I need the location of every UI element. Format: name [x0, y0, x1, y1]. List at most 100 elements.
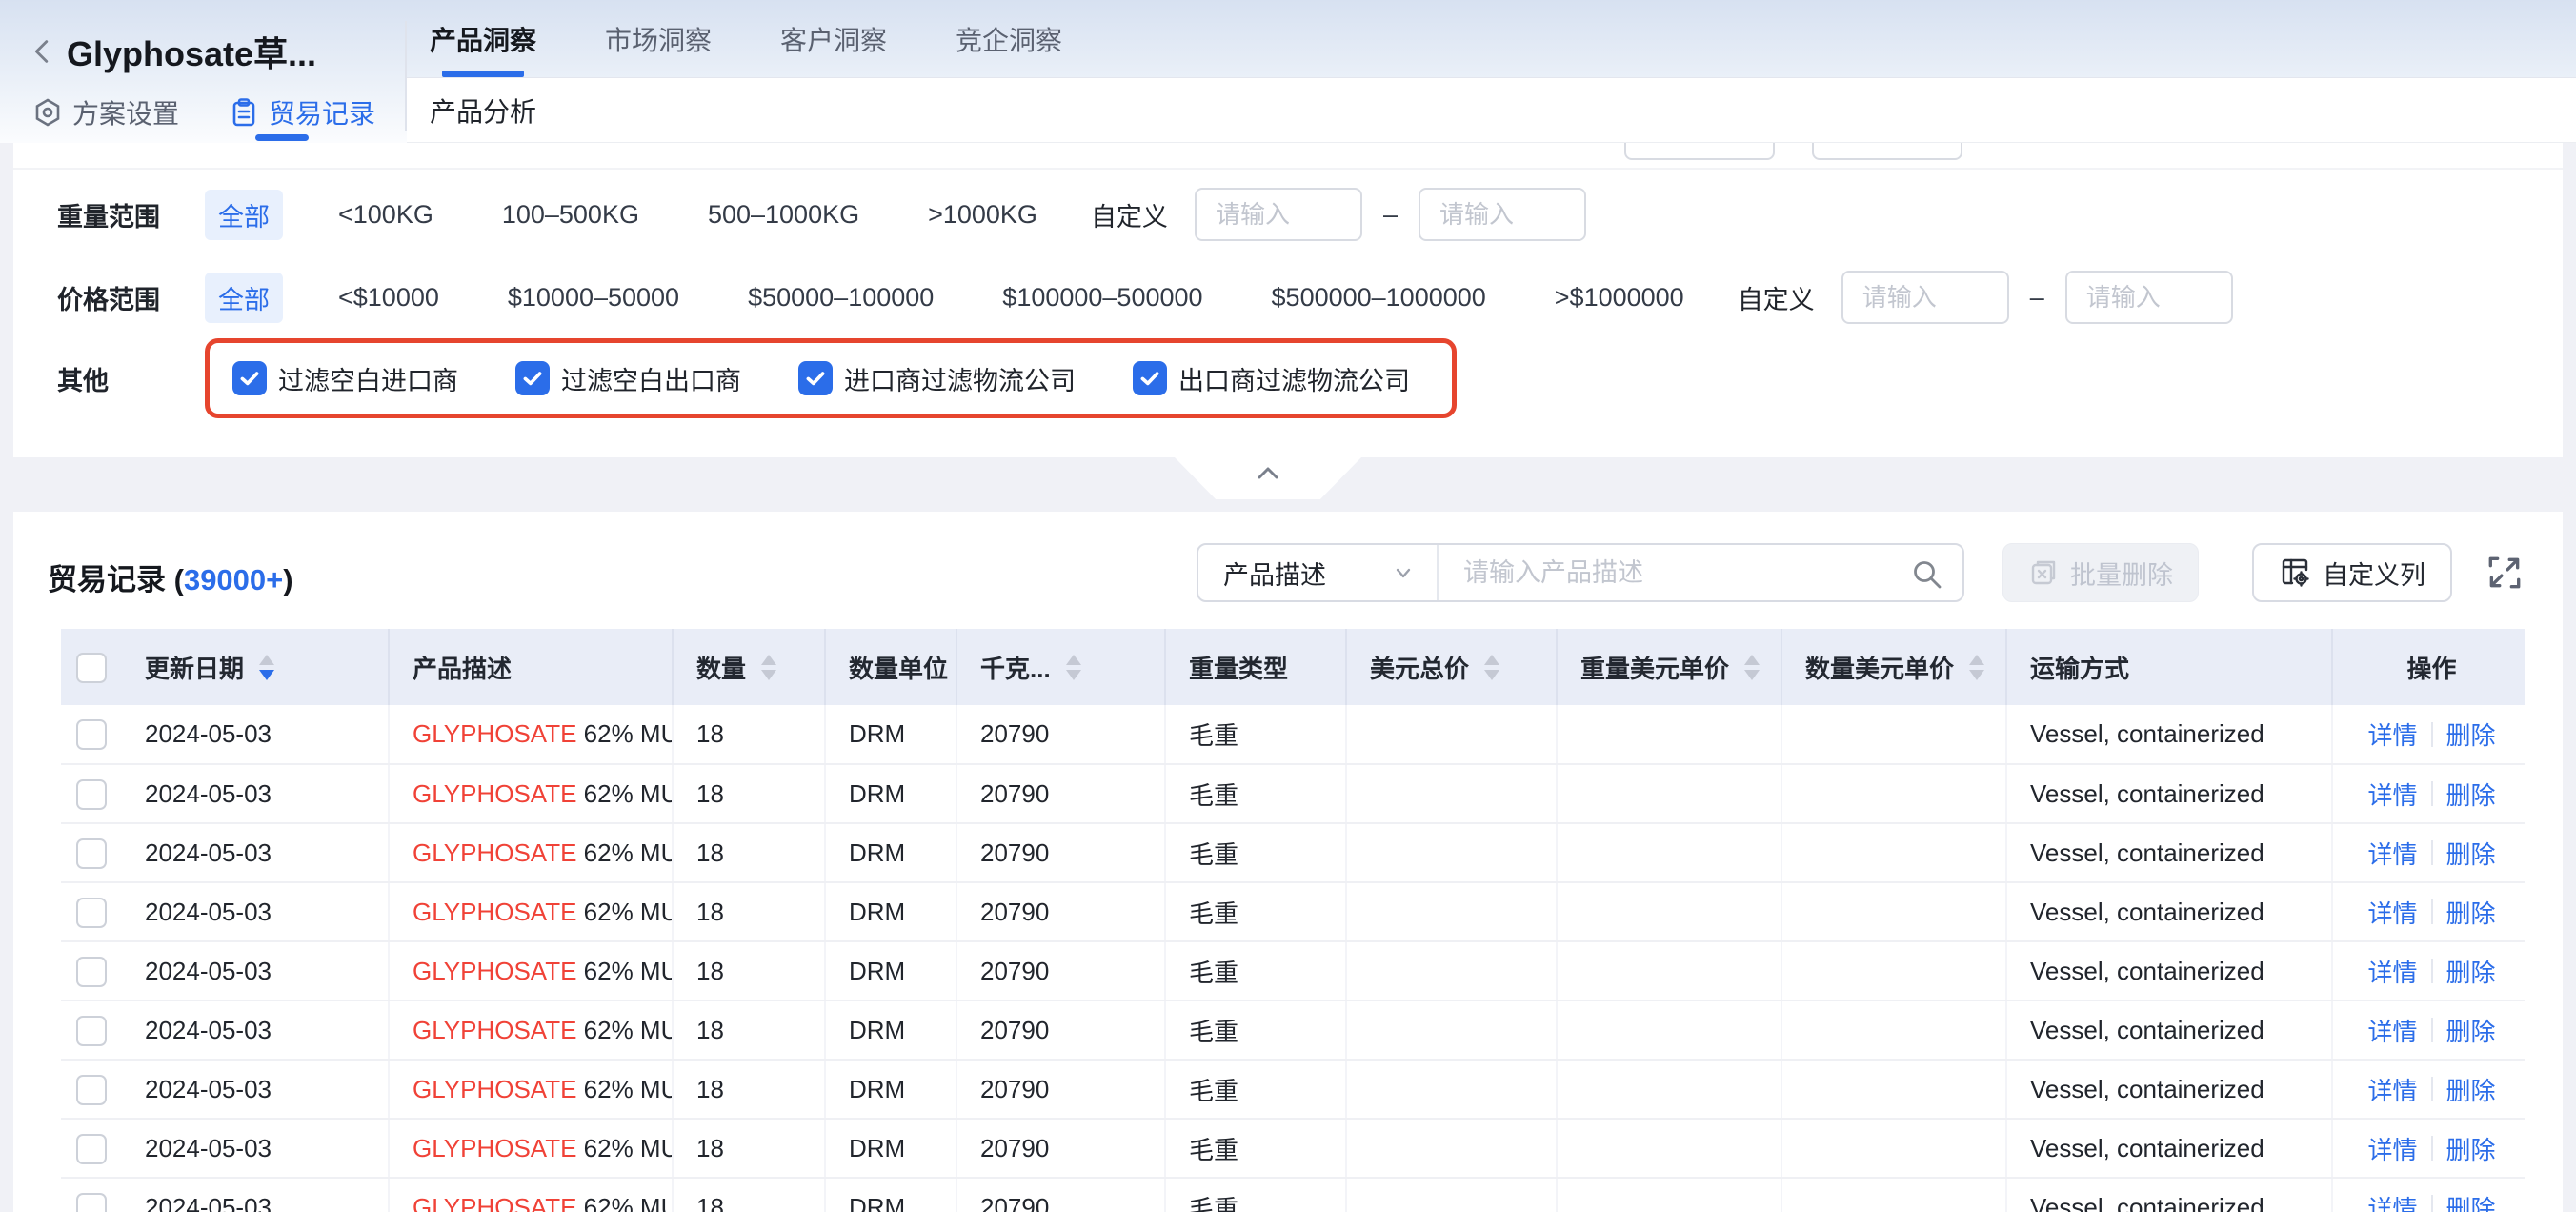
filter-checkbox[interactable]: 出口商过滤物流公司: [1133, 360, 1410, 397]
column-header[interactable]: 数量美元单价: [1781, 629, 2006, 705]
search-icon[interactable]: [1911, 558, 1943, 591]
column-header[interactable]: 千克...: [956, 629, 1165, 705]
tab-plan-settings[interactable]: 方案设置: [32, 93, 179, 131]
filter-option[interactable]: >1000KG: [915, 193, 1051, 236]
filter-option[interactable]: 100–500KG: [489, 193, 653, 236]
filter-checkbox[interactable]: 进口商过滤物流公司: [798, 360, 1076, 397]
custom-columns-button[interactable]: 自定义列: [2252, 543, 2452, 602]
nav-tab[interactable]: 产品洞察: [430, 0, 536, 77]
collapse-filters-tab[interactable]: [1175, 457, 1361, 499]
clipped-input-end[interactable]: [1812, 143, 1962, 160]
tab-trade-records[interactable]: 贸易记录: [229, 93, 375, 131]
detail-link[interactable]: 详情: [2367, 895, 2417, 930]
filter-option[interactable]: >$1000000: [1541, 276, 1698, 319]
filter-checkbox[interactable]: 过滤空白出口商: [515, 360, 741, 397]
filter-option[interactable]: $100000–500000: [989, 276, 1216, 319]
delete-link[interactable]: 删除: [2446, 1131, 2496, 1166]
app-header: Glyphosate草... 方案设置 贸易记录 产品洞察市场洞察客户洞察竞企洞…: [0, 0, 2576, 143]
row-checkbox[interactable]: [76, 779, 107, 810]
search-combo: 产品描述: [1197, 543, 1964, 602]
filter-option[interactable]: $50000–100000: [735, 276, 947, 319]
column-header[interactable]: 数量单位: [825, 629, 956, 705]
row-checkbox-cell: [61, 1178, 122, 1212]
tab-product-analysis[interactable]: 产品分析: [430, 91, 536, 130]
detail-link[interactable]: 详情: [2367, 954, 2417, 989]
sort-control[interactable]: [1744, 655, 1760, 680]
column-header[interactable]: 重量美元单价: [1557, 629, 1781, 705]
detail-link[interactable]: 详情: [2367, 1072, 2417, 1107]
price-min-input[interactable]: [1841, 271, 2009, 324]
sort-control[interactable]: [1484, 655, 1499, 680]
fullscreen-expand-icon[interactable]: [2485, 553, 2525, 593]
row-checkbox[interactable]: [76, 1016, 107, 1046]
delete-link[interactable]: 删除: [2446, 954, 2496, 989]
filter-option[interactable]: 全部: [205, 190, 283, 240]
detail-link[interactable]: 详情: [2367, 777, 2417, 812]
row-checkbox[interactable]: [76, 957, 107, 987]
filter-option[interactable]: $10000–50000: [494, 276, 693, 319]
nav-tab[interactable]: 竞企洞察: [956, 0, 1062, 77]
row-checkbox[interactable]: [76, 898, 107, 928]
price-max-input[interactable]: [2065, 271, 2233, 324]
delete-link[interactable]: 删除: [2446, 717, 2496, 752]
search-field-select[interactable]: 产品描述: [1198, 545, 1439, 600]
search-input[interactable]: [1439, 545, 1962, 600]
detail-link[interactable]: 详情: [2367, 1013, 2417, 1048]
row-checkbox[interactable]: [76, 719, 107, 750]
batch-delete-button[interactable]: 批量删除: [2002, 543, 2199, 602]
column-header[interactable]: 美元总价: [1346, 629, 1557, 705]
column-header[interactable]: 重量类型: [1165, 629, 1346, 705]
delete-link[interactable]: 删除: [2446, 1013, 2496, 1048]
cell-weight-type: 毛重: [1165, 882, 1346, 941]
column-header[interactable]: 产品描述: [389, 629, 673, 705]
filter-option[interactable]: <$10000: [325, 276, 453, 319]
weight-max-input[interactable]: [1419, 188, 1586, 241]
weight-range-label: 重量范围: [57, 196, 205, 233]
sort-control[interactable]: [1969, 655, 1984, 680]
back-icon[interactable]: [27, 35, 59, 68]
cell-usd-per-quantity: [1781, 1119, 2006, 1178]
filter-option[interactable]: $500000–1000000: [1258, 276, 1499, 319]
column-header[interactable]: 更新日期: [122, 629, 389, 705]
weight-min-input[interactable]: [1195, 188, 1362, 241]
cell-transport-mode: Vessel, containerized: [2006, 1119, 2332, 1178]
price-custom-label[interactable]: 自定义: [1738, 279, 1815, 316]
cell-weight-type: 毛重: [1165, 764, 1346, 823]
select-all-checkbox[interactable]: [76, 653, 107, 683]
column-header[interactable]: 操作: [2332, 629, 2525, 705]
nav-tab[interactable]: 市场洞察: [605, 0, 712, 77]
filter-option[interactable]: <100KG: [325, 193, 447, 236]
nav-tab[interactable]: 客户洞察: [780, 0, 887, 77]
column-header[interactable]: 运输方式: [2006, 629, 2332, 705]
sort-control[interactable]: [761, 655, 776, 680]
detail-link[interactable]: 详情: [2367, 836, 2417, 871]
filter-option[interactable]: 全部: [205, 273, 283, 323]
cell-usd-per-quantity: [1781, 882, 2006, 941]
column-header[interactable]: 数量: [673, 629, 825, 705]
cell-transport-mode: Vessel, containerized: [2006, 1060, 2332, 1119]
detail-link[interactable]: 详情: [2367, 1190, 2417, 1212]
delete-link[interactable]: 删除: [2446, 1190, 2496, 1212]
chevron-up-icon: [1252, 463, 1284, 484]
row-checkbox[interactable]: [76, 1075, 107, 1105]
cell-quantity: 18: [673, 1178, 825, 1212]
clipped-input-start[interactable]: [1624, 143, 1775, 160]
filter-option[interactable]: 500–1000KG: [694, 193, 873, 236]
detail-link[interactable]: 详情: [2367, 717, 2417, 752]
weight-custom-label[interactable]: 自定义: [1091, 196, 1168, 233]
row-checkbox[interactable]: [76, 838, 107, 869]
delete-link[interactable]: 删除: [2446, 777, 2496, 812]
cell-usd-total: [1346, 941, 1557, 1000]
delete-link[interactable]: 删除: [2446, 1072, 2496, 1107]
detail-link[interactable]: 详情: [2367, 1131, 2417, 1166]
paren-close: ): [283, 563, 292, 596]
row-checkbox[interactable]: [76, 1134, 107, 1164]
row-checkbox-cell: [61, 882, 122, 941]
sort-control[interactable]: [1066, 655, 1081, 680]
delete-link[interactable]: 删除: [2446, 836, 2496, 871]
row-checkbox[interactable]: [76, 1193, 107, 1212]
filter-checkbox[interactable]: 过滤空白进口商: [232, 360, 458, 397]
delete-link[interactable]: 删除: [2446, 895, 2496, 930]
sort-control[interactable]: [259, 655, 274, 680]
keyword-highlight: GLYPHOSATE: [413, 1016, 576, 1044]
